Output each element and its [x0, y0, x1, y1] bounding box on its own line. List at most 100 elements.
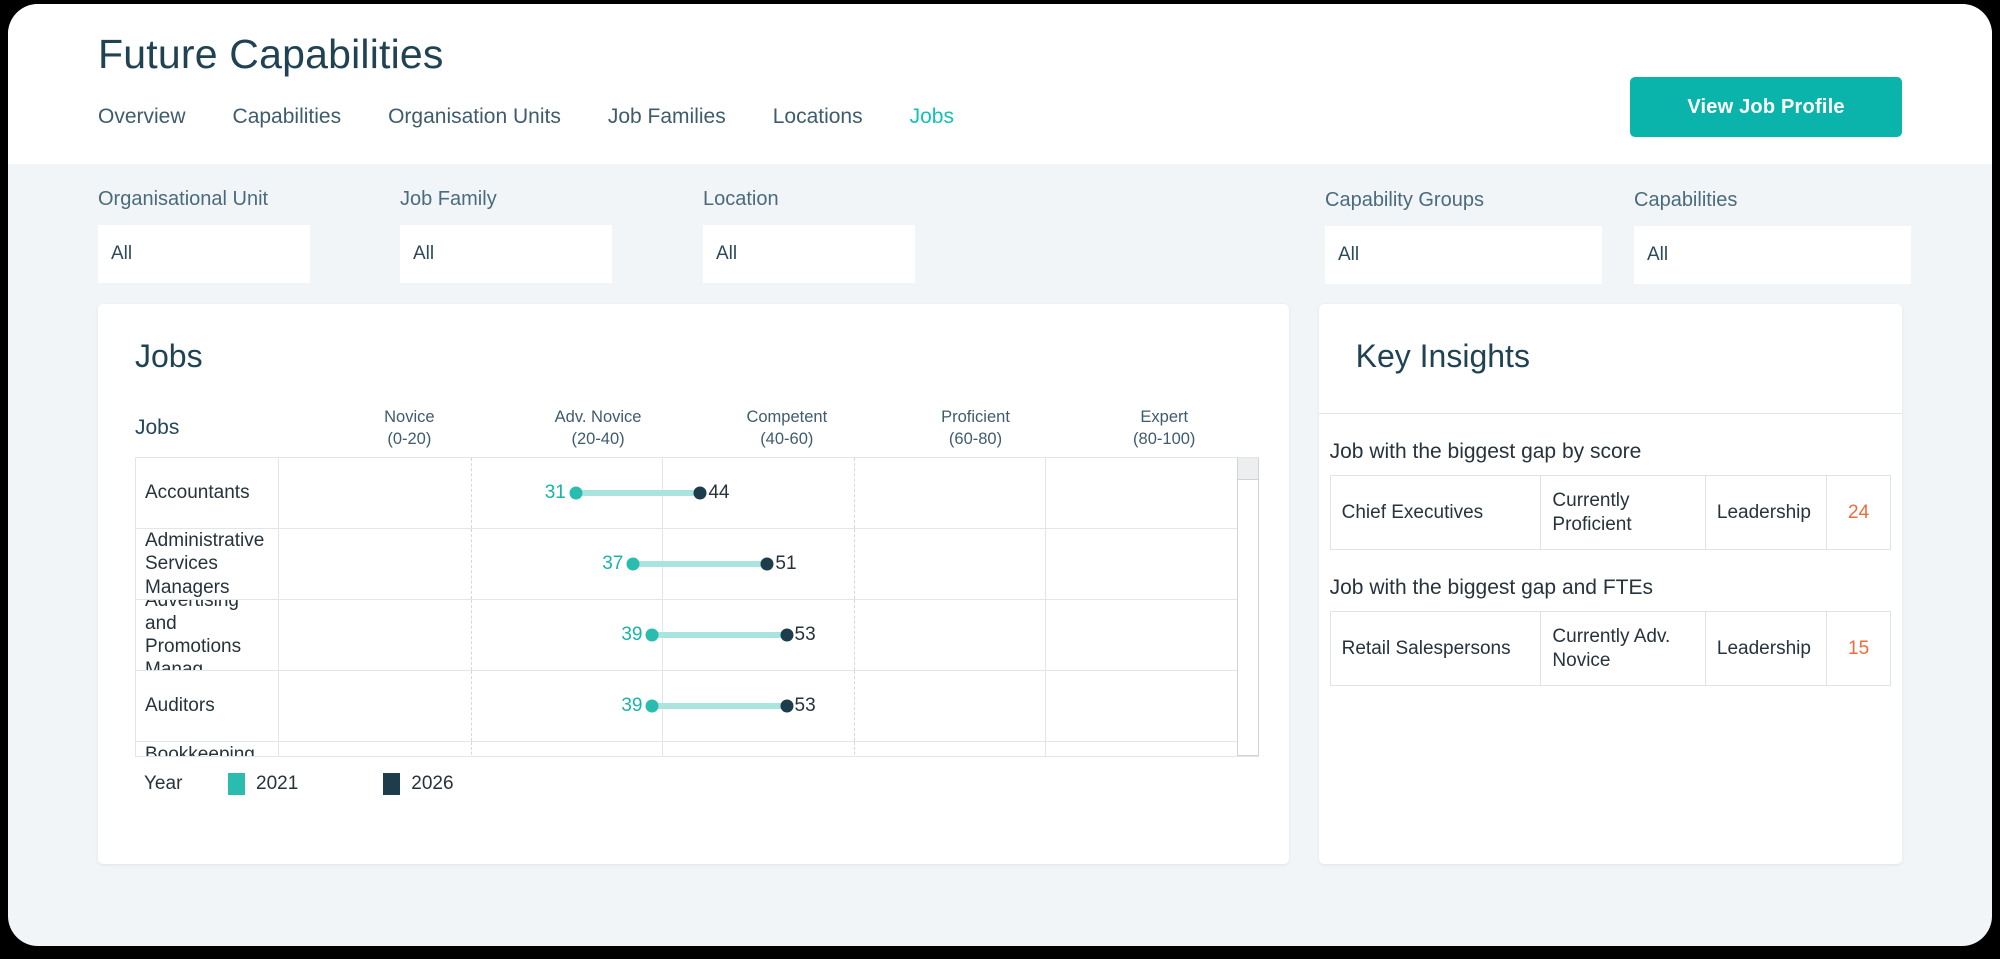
chart-gridline: [1045, 742, 1047, 756]
chart-row[interactable]: Accountants 31 44: [136, 458, 1237, 529]
table-row[interactable]: Retail Salespersons Currently Adv. Novic…: [1329, 611, 1891, 687]
dumbbell-value-2021: 31: [544, 482, 566, 503]
insight-heading-gap-by-score: Job with the biggest gap by score: [1329, 440, 1642, 463]
nav-tab-overview[interactable]: Overview: [98, 105, 186, 129]
filter-job-family: Job Family All: [400, 188, 612, 283]
insight-value: 15: [1826, 611, 1891, 687]
dumbbell-connector: [633, 561, 768, 567]
dumbbell-dot-2021[interactable]: [645, 628, 659, 642]
nav-tab-jobs[interactable]: Jobs: [910, 105, 954, 129]
dumbbell-dot-2026[interactable]: [780, 628, 794, 642]
table-row[interactable]: Chief Executives Currently Proficient Le…: [1329, 474, 1891, 551]
chart-gridline: [1045, 458, 1047, 528]
chart-gridline: [470, 742, 472, 756]
chart-gridline: [470, 458, 472, 528]
nav-tab-capabilities[interactable]: Capabilities: [233, 105, 342, 129]
chart-gridline: [1045, 671, 1047, 741]
filter-label-job-family: Job Family: [400, 188, 497, 210]
filter-input-job-family[interactable]: All: [400, 225, 612, 283]
filter-label-capability-groups: Capability Groups: [1325, 189, 1484, 211]
dumbbell-dot-2026[interactable]: [693, 486, 707, 500]
dumbbell-chart: Jobs Novice (0-20) Adv. Novice (20-40) C…: [135, 399, 1259, 795]
dumbbell-dot-2021[interactable]: [645, 699, 659, 713]
chart-row-plot: 39 53: [279, 600, 1237, 670]
key-insights-card: Key Insights Job with the biggest gap by…: [1318, 304, 1902, 864]
filter-input-capability-groups[interactable]: All: [1325, 226, 1602, 284]
dumbbell-value-2021: 37: [602, 553, 624, 574]
level-range-competent: (40-60): [760, 430, 814, 448]
legend-swatch-2021: [228, 773, 245, 795]
filter-input-location[interactable]: All: [703, 225, 915, 283]
nav-tab-locations[interactable]: Locations: [773, 105, 863, 129]
insight-capability: Leadership: [1704, 474, 1828, 551]
legend-title: Year: [144, 773, 183, 794]
chart-header-level-competent: Competent (40-60): [692, 406, 881, 451]
chart-header-level-proficient: Proficient (60-80): [881, 406, 1070, 451]
dumbbell-dot-2026[interactable]: [760, 557, 774, 571]
dumbbell-connector: [652, 703, 787, 709]
insight-current-state: Currently Adv. Novice: [1540, 611, 1706, 687]
view-job-profile-button[interactable]: View Job Profile: [1630, 77, 1902, 137]
chart-legend: Year 2021 2026: [144, 773, 1259, 795]
chart-row-plot: 37 51: [279, 529, 1237, 599]
dumbbell-dot-2021[interactable]: [626, 557, 640, 571]
chart-header-level-adv-novice: Adv. Novice (20-40): [504, 406, 693, 451]
insight-job-name: Retail Salespersons: [1329, 611, 1542, 687]
dumbbell-dot-2026[interactable]: [780, 699, 794, 713]
chart-gridline: [1045, 600, 1047, 670]
chart-gridline: [853, 600, 855, 670]
page-title: Future Capabilities: [98, 31, 444, 77]
nav-tab-job-families[interactable]: Job Families: [608, 105, 726, 129]
chart-gridline: [470, 600, 472, 670]
insight-heading-gap-and-ftes: Job with the biggest gap and FTEs: [1329, 576, 1653, 600]
chart-rows-container: Accountants 31 44 Administrative Services M…: [136, 458, 1237, 756]
filter-input-organisational-unit[interactable]: All: [98, 225, 310, 283]
chart-row[interactable]: Advertising and Promotions Manag.. 39 53: [136, 600, 1237, 671]
insight-job-name: Chief Executives: [1329, 474, 1542, 551]
chart-row-label: Auditors: [136, 671, 279, 741]
scrollbar-thumb[interactable]: [1237, 458, 1258, 480]
dumbbell-value-2021: 39: [621, 695, 643, 716]
chart-column-headers: Jobs Novice (0-20) Adv. Novice (20-40) C…: [135, 399, 1259, 457]
filter-bar: Organisational Unit All Job Family All L…: [8, 164, 1992, 304]
nav-tab-organisation-units[interactable]: Organisation Units: [388, 105, 561, 129]
filter-capability-groups: Capability Groups All: [1325, 189, 1602, 284]
level-range-proficient: (60-80): [948, 430, 1003, 448]
dumbbell-value-2026: 53: [794, 695, 816, 716]
chart-gridline: [662, 742, 664, 756]
legend-item-2026[interactable]: 2026: [383, 773, 454, 795]
chart-gridline: [853, 671, 855, 741]
chart-row-plot: 2636: [279, 742, 1237, 756]
level-name-novice: Novice: [384, 407, 435, 426]
filter-input-capabilities[interactable]: All: [1634, 226, 1911, 284]
legend-item-2021[interactable]: 2021: [228, 773, 298, 795]
chart-gridline: [853, 742, 855, 756]
chart-vertical-scrollbar[interactable]: [1236, 458, 1259, 756]
chart-row-label: Administrative Services Managers: [136, 529, 279, 599]
dumbbell-dot-2021[interactable]: [569, 486, 583, 500]
chart-header-level-expert: Expert (80-100): [1070, 406, 1259, 451]
filter-location: Location All: [703, 188, 915, 283]
level-range-adv-novice: (20-40): [571, 430, 625, 448]
level-range-expert: (80-100): [1133, 430, 1196, 448]
insight-table-gap-and-ftes: Retail Salespersons Currently Adv. Novic…: [1329, 611, 1891, 687]
dumbbell-value-2026: 53: [794, 624, 816, 645]
chart-gridline: [853, 458, 855, 528]
filter-label-location: Location: [703, 188, 779, 210]
chart-gridline: [1045, 529, 1047, 599]
chart-row[interactable]: Bookkeeping, Accounting, and Au..2636: [136, 742, 1237, 756]
dumbbell-value-2026: 44: [708, 482, 730, 503]
legend-label-2026: 2026: [411, 773, 454, 794]
chart-row[interactable]: Administrative Services Managers 37 51: [136, 529, 1237, 600]
chart-row-plot: 39 53: [279, 671, 1237, 741]
jobs-chart-card: Jobs Jobs Novice (0-20) Adv. Novice (20-…: [98, 304, 1289, 864]
chart-row-label: Accountants: [136, 458, 279, 528]
insight-value: 24: [1826, 474, 1891, 551]
dumbbell-connector: [652, 632, 787, 638]
main-content: Jobs Jobs Novice (0-20) Adv. Novice (20-…: [8, 304, 1992, 864]
chart-row[interactable]: Auditors 39 53: [136, 671, 1237, 742]
chart-plot-area: Accountants 31 44 Administrative Services M…: [135, 457, 1259, 757]
app-window: Future Capabilities Overview Capabilitie…: [8, 4, 1992, 946]
dumbbell-value-2026: 51: [775, 553, 797, 574]
insight-current-state: Currently Proficient: [1540, 474, 1706, 551]
